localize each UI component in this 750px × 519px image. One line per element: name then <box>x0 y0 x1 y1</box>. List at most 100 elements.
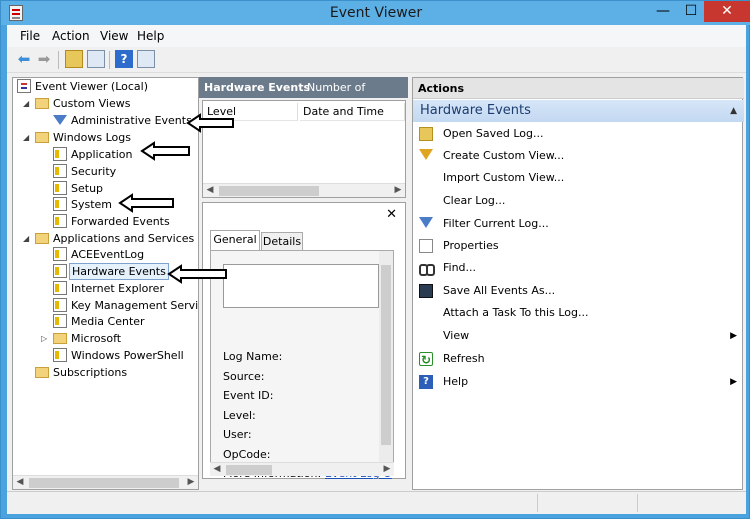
collapse-icon[interactable]: ◢ <box>23 129 33 146</box>
event-detail-pane: ✕ General Details Log Name: Source: Even… <box>202 202 406 480</box>
callout-arrow-icon <box>186 113 234 133</box>
action-attach-task[interactable]: Attach a Task To this Log... <box>413 303 744 323</box>
submenu-arrow-icon: ▶ <box>730 377 737 387</box>
action-clear-log[interactable]: Clear Log... <box>413 191 744 211</box>
menu-view[interactable]: View <box>100 29 128 43</box>
status-cell <box>637 494 746 512</box>
action-label: Help <box>443 375 469 388</box>
scroll-thumb[interactable] <box>29 478 179 488</box>
action-label: Save All Events As... <box>443 284 556 297</box>
folder-icon <box>35 132 49 143</box>
field-opcode: OpCode: <box>223 448 271 461</box>
events-pane-header: Hardware Events Number of events: 0 <box>199 77 408 115</box>
expand-icon[interactable]: ▷ <box>41 330 51 347</box>
close-button[interactable]: ✕ <box>704 1 750 22</box>
up-folder-icon[interactable] <box>65 50 83 68</box>
actions-section-hardware-events[interactable]: Hardware Events ▲ <box>413 100 744 122</box>
log-icon <box>53 264 67 278</box>
action-label: View <box>443 329 470 342</box>
menu-bar: File Action View Help <box>7 25 746 47</box>
tree-item-label: Windows Logs <box>53 131 131 144</box>
detail-vertical-scrollbar[interactable] <box>379 251 393 474</box>
tree-item-label: Key Management Service <box>71 299 199 312</box>
collapse-icon[interactable]: ◢ <box>23 230 33 247</box>
tree-item-label: ACEEventLog <box>71 248 145 261</box>
action-save-all-events[interactable]: Save All Events As... <box>413 281 744 301</box>
tree-item-label: Setup <box>71 182 104 195</box>
tree-item-label: Security <box>71 165 117 178</box>
tree-item-label: Media Center <box>71 315 145 328</box>
log-icon <box>53 181 67 195</box>
action-help[interactable]: ? Help ▶ <box>413 372 744 392</box>
action-label: Open Saved Log... <box>443 127 544 140</box>
field-user: User: <box>223 428 252 441</box>
collapse-section-icon[interactable]: ▲ <box>730 100 737 122</box>
action-filter-current-log[interactable]: Filter Current Log... <box>413 214 744 234</box>
tree-item-label: System <box>71 198 113 211</box>
maximize-button[interactable]: ☐ <box>677 2 705 22</box>
scroll-left-icon[interactable]: ◀ <box>13 476 27 489</box>
scroll-thumb[interactable] <box>219 186 319 196</box>
back-arrow-icon[interactable]: ⬅ <box>15 50 33 68</box>
action-view[interactable]: View ▶ <box>413 326 744 346</box>
callout-arrow-icon <box>140 141 190 161</box>
log-icon <box>53 214 67 228</box>
forward-arrow-icon[interactable]: ➡ <box>35 50 53 68</box>
scroll-thumb[interactable] <box>381 265 391 445</box>
general-tab-content: Log Name: Source: Event ID: Level: User:… <box>210 250 394 480</box>
scroll-thumb[interactable] <box>226 465 272 475</box>
toolbar-separator <box>58 51 59 69</box>
log-icon <box>53 247 67 261</box>
save-icon <box>419 284 433 298</box>
help-icon[interactable]: ? <box>115 50 133 68</box>
tree-item-label: Administrative Events <box>71 114 192 127</box>
scroll-right-icon[interactable]: ▶ <box>184 476 198 489</box>
action-open-saved-log[interactable]: Open Saved Log... <box>413 124 744 144</box>
menu-action[interactable]: Action <box>52 29 90 43</box>
tree-item-label: Forwarded Events <box>71 215 170 228</box>
collapse-icon[interactable]: ◢ <box>23 95 33 112</box>
detail-horizontal-scrollbar[interactable]: ◀ ▶ <box>210 462 394 476</box>
events-horizontal-scrollbar[interactable]: ◀ ▶ <box>203 183 405 197</box>
action-label: Clear Log... <box>443 194 506 207</box>
scroll-right-icon[interactable]: ▶ <box>391 184 405 198</box>
callout-arrow-icon <box>118 193 174 213</box>
field-log-name: Log Name: <box>223 350 283 363</box>
callout-arrow-icon <box>167 264 227 284</box>
show-hide-action-pane-icon[interactable] <box>137 50 155 68</box>
tab-details[interactable]: Details <box>261 232 303 251</box>
menu-help[interactable]: Help <box>137 29 164 43</box>
title-bar[interactable]: Event Viewer — ☐ ✕ <box>1 1 750 25</box>
minimize-button[interactable]: — <box>649 2 677 22</box>
main-frame: File Action View Help ⬅ ➡ ? Event Viewer… <box>7 25 746 514</box>
action-import-custom-view[interactable]: Import Custom View... <box>413 168 744 188</box>
tree-horizontal-scrollbar[interactable]: ◀ ▶ <box>13 475 198 489</box>
tree-item-label: Application <box>71 148 133 161</box>
folder-icon <box>53 333 67 344</box>
action-label: Create Custom View... <box>443 149 565 162</box>
event-description-box <box>223 264 379 308</box>
close-detail-icon[interactable]: ✕ <box>386 207 397 222</box>
log-icon <box>53 197 67 211</box>
scroll-left-icon[interactable]: ◀ <box>203 184 217 198</box>
show-hide-tree-icon[interactable] <box>87 50 105 68</box>
log-icon <box>53 298 67 312</box>
binoculars-icon <box>419 261 435 276</box>
tab-general[interactable]: General <box>210 230 260 251</box>
scroll-left-icon[interactable]: ◀ <box>210 463 224 477</box>
actions-section-label: Hardware Events <box>420 103 531 118</box>
menu-file[interactable]: File <box>20 29 40 43</box>
action-refresh[interactable]: Refresh <box>413 349 744 370</box>
properties-icon <box>419 239 433 253</box>
action-properties[interactable]: Properties <box>413 236 744 256</box>
toolbar: ⬅ ➡ ? <box>7 47 746 73</box>
action-create-custom-view[interactable]: Create Custom View... <box>413 146 744 166</box>
funnel-icon <box>419 149 433 160</box>
column-header-date-time[interactable]: Date and Time <box>300 103 405 121</box>
field-event-id: Event ID: <box>223 389 274 402</box>
log-icon <box>53 164 67 178</box>
action-find[interactable]: Find... <box>413 258 744 278</box>
folder-icon <box>35 98 49 109</box>
scroll-right-icon[interactable]: ▶ <box>380 463 394 477</box>
action-label: Attach a Task To this Log... <box>443 306 589 319</box>
